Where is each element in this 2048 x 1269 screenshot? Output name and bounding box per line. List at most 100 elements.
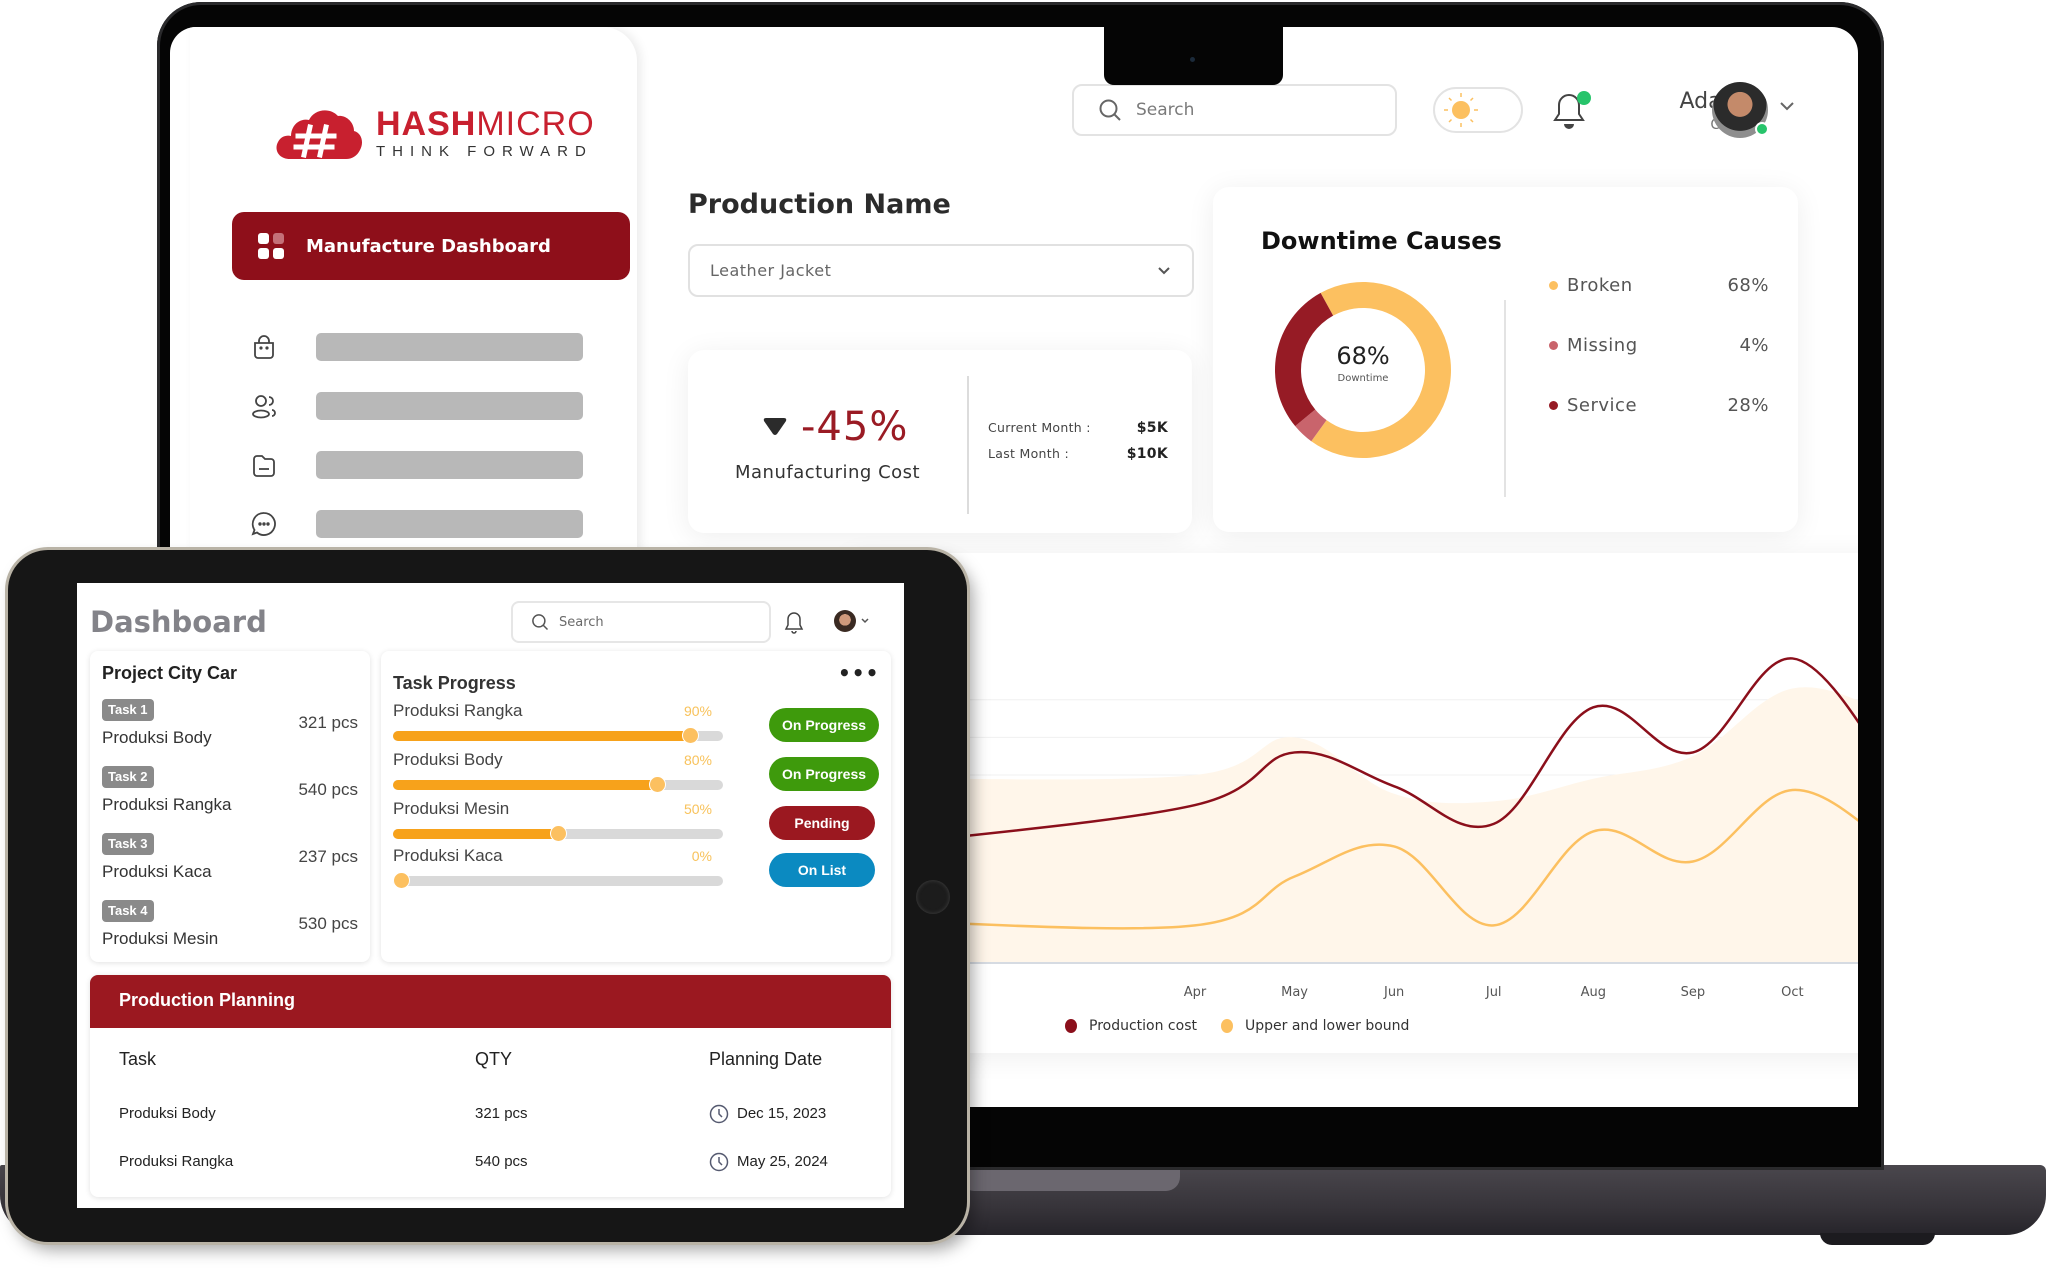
task-progress-title: Task Progress	[393, 673, 516, 693]
cloud-hash-logo-icon	[276, 110, 362, 159]
task-progress-name: Produksi Kaca	[393, 846, 503, 865]
task-tag: Task 2	[102, 766, 154, 788]
task-progress-percent: 0%	[691, 848, 712, 864]
progress-knob[interactable]	[682, 727, 699, 744]
progress-knob[interactable]	[550, 825, 567, 842]
camera-icon	[1190, 57, 1195, 62]
search-field[interactable]	[1072, 84, 1397, 136]
legend-value: 4%	[1739, 335, 1769, 356]
task-tag: Task 4	[102, 900, 154, 922]
progress-bar	[393, 776, 723, 793]
task-name: Produksi Mesin	[102, 929, 219, 948]
sidebar-item-messages[interactable]	[250, 510, 583, 538]
progress-bar	[393, 825, 723, 842]
sidebar-item-users[interactable]	[250, 392, 583, 420]
brand-logo[interactable]: HASHMICRO THINK FORWARD	[274, 103, 595, 163]
tablet-home-button[interactable]	[916, 880, 950, 914]
progress-knob[interactable]	[393, 872, 411, 889]
clock-icon	[709, 1152, 729, 1172]
cell-qty: 540 pcs	[475, 1153, 528, 1170]
divider	[1504, 300, 1506, 497]
progress-fill	[393, 829, 558, 839]
folder-icon	[253, 455, 275, 477]
legend-dot-production-cost	[1065, 1019, 1077, 1033]
brand-name: HASHMICRO	[376, 104, 595, 143]
chevron-down-icon[interactable]	[1778, 97, 1796, 115]
project-title: Project City Car	[102, 663, 238, 683]
current-month-value: $5K	[1136, 420, 1168, 436]
sidebar-item-label: Manufacture Dashboard	[306, 235, 551, 257]
status-badge[interactable]: On List	[769, 853, 875, 887]
status-badge[interactable]: On Progress	[769, 757, 879, 791]
column-header-task: Task	[119, 1049, 157, 1069]
search-icon	[532, 614, 549, 631]
chevron-down-icon	[1158, 266, 1170, 274]
legend-value: 68%	[1727, 275, 1769, 296]
task-progress-card: Task Progress ••• Produksi Rangka 90% On P…	[381, 651, 891, 962]
legend-dot-bound	[1220, 1019, 1233, 1033]
task-progress-name: Produksi Rangka	[393, 701, 523, 720]
donut-slice-broken	[1311, 282, 1451, 458]
manufacturing-cost-card: -45% Manufacturing Cost Current Month : …	[688, 350, 1192, 533]
task-progress-percent: 90%	[683, 703, 712, 719]
task-qty: 321 pcs	[298, 713, 358, 732]
bound-band-area	[905, 687, 1858, 963]
cell-qty: 321 pcs	[475, 1105, 528, 1122]
current-month-label: Current Month :	[988, 420, 1091, 435]
sidebar-item-placeholder	[316, 333, 583, 361]
planning-header: Production Planning	[90, 975, 891, 1028]
theme-toggle[interactable]	[1433, 87, 1523, 133]
x-tick-label: Jul	[1485, 985, 1502, 1000]
cell-date: May 25, 2024	[737, 1153, 828, 1170]
task-name: Produksi Rangka	[102, 795, 232, 814]
task-qty: 237 pcs	[298, 847, 358, 866]
sidebar-item-shopping[interactable]	[250, 333, 583, 361]
task-qty: 540 pcs	[298, 780, 358, 799]
sidebar-item-files[interactable]	[250, 451, 583, 479]
legend-dot	[1549, 401, 1558, 410]
grid-icon	[258, 233, 284, 259]
sun-icon	[1444, 93, 1478, 127]
downtime-title: Downtime Causes	[1261, 227, 1502, 255]
task-qty: 530 pcs	[298, 914, 358, 933]
cost-change-value: -45%	[801, 404, 909, 450]
legend-item-missing: Missing 4%	[1549, 335, 1769, 356]
tablet-search-field[interactable]	[511, 601, 771, 643]
search-input[interactable]	[1136, 100, 1356, 120]
progress-fill	[393, 780, 657, 790]
task-progress-percent: 80%	[683, 752, 712, 768]
progress-bar	[393, 727, 723, 744]
sidebar-item-manufacture-dashboard[interactable]: Manufacture Dashboard	[232, 212, 630, 280]
divider	[967, 376, 969, 514]
bell-icon[interactable]	[784, 611, 804, 635]
task-name: Produksi Body	[102, 728, 212, 747]
legend-item-service: Service 28%	[1549, 395, 1769, 416]
donut-center-label: Downtime	[1337, 373, 1389, 384]
progress-knob[interactable]	[649, 776, 666, 793]
cost-label: Manufacturing Cost	[735, 462, 921, 483]
production-cost-chart-card: nths AprMayJunJulAugSepOctNov Production…	[845, 553, 1858, 1053]
clock-icon	[709, 1104, 729, 1124]
status-badge[interactable]: On Progress	[769, 708, 879, 742]
chevron-down-icon[interactable]	[860, 616, 870, 626]
production-select[interactable]: Leather Jacket	[688, 244, 1194, 297]
project-card: Project City Car Task 1 Produksi Body 32…	[90, 651, 370, 962]
downtime-causes-card: Downtime Causes 68% Downtime Broken 68% …	[1213, 187, 1798, 532]
legend-item-broken: Broken 68%	[1549, 275, 1769, 296]
avatar[interactable]	[834, 610, 856, 632]
column-header-planning-date: Planning Date	[709, 1049, 823, 1069]
last-month-label: Last Month :	[988, 446, 1069, 461]
camera-notch	[1104, 27, 1283, 85]
task-tag: Task 3	[102, 833, 154, 855]
cell-date: Dec 15, 2023	[737, 1105, 827, 1122]
notification-badge	[1577, 91, 1591, 105]
more-options-icon[interactable]: •••	[838, 663, 878, 683]
tablet-page-title: Dashboard	[90, 605, 267, 639]
x-tick-label: Sep	[1681, 985, 1706, 1000]
legend-dot	[1549, 281, 1558, 290]
production-planning-card: Production Planning Task QTY Planning Da…	[90, 975, 891, 1197]
sidebar-item-placeholder	[316, 510, 583, 538]
tablet-search-input[interactable]	[559, 614, 749, 630]
status-badge[interactable]: Pending	[769, 806, 875, 840]
current-month-row: Current Month : $5K	[988, 420, 1168, 436]
